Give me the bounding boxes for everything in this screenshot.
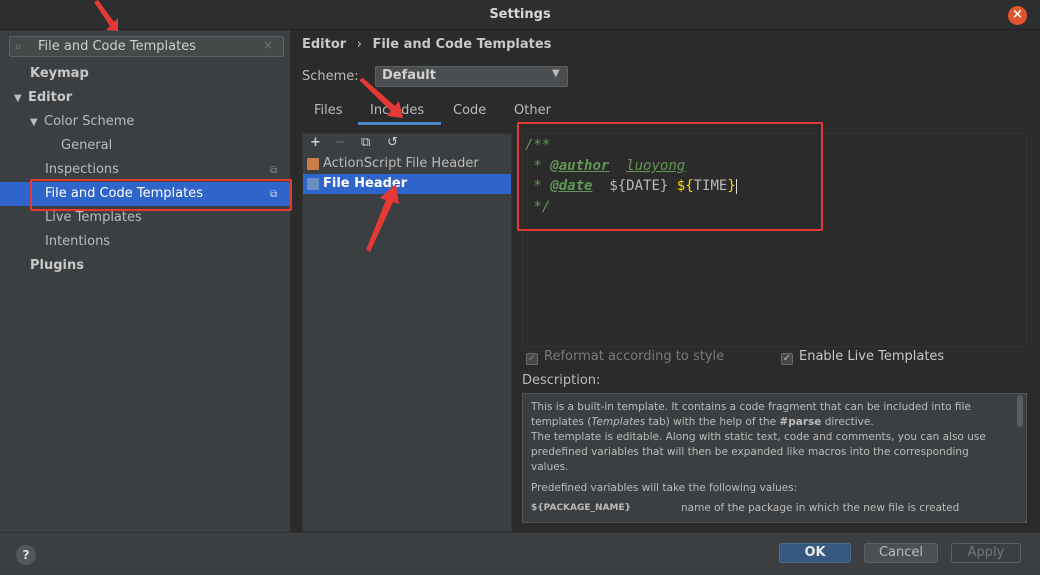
description-label: Description: [522, 373, 601, 388]
selected-tab-indicator [358, 122, 441, 125]
description-box: This is a built-in template. It contains… [522, 393, 1027, 523]
breadcrumb-parent[interactable]: Editor [302, 37, 346, 52]
help-button[interactable]: ? [16, 545, 36, 565]
tree-item-label: Color Scheme [44, 114, 135, 129]
checkbox-icon: ✓ [781, 353, 793, 365]
tab-other[interactable]: Other [514, 103, 551, 118]
description-paragraph: The template is editable. Along with sta… [531, 431, 986, 473]
cancel-button[interactable]: Cancel [864, 543, 938, 563]
reformat-checkbox[interactable]: ✓ Reformat according to style [526, 349, 724, 365]
expand-arrow-icon[interactable]: ▼ [30, 111, 44, 135]
enable-live-templates-checkbox[interactable]: ✓ Enable Live Templates [781, 349, 944, 365]
project-scope-icon: ⧉ [270, 165, 278, 176]
scrollbar-thumb[interactable] [1017, 395, 1023, 427]
checkbox-label: Reformat according to style [544, 349, 725, 364]
tree-item-general[interactable]: General [61, 134, 112, 158]
tree-item-keymap[interactable]: Keymap [30, 62, 89, 86]
window-title: Settings [489, 7, 551, 22]
apply-button[interactable]: Apply [951, 543, 1021, 563]
annotation-arrow [94, 0, 118, 31]
dialog-footer: ? OK Cancel Apply [0, 532, 1040, 575]
tree-item-label: Editor [28, 90, 73, 105]
copy-icon[interactable]: ⧉ [361, 135, 370, 150]
scheme-label: Scheme: [302, 69, 359, 84]
variable-name: ${PACKAGE_NAME} [531, 503, 631, 513]
search-icon: ⌕ [15, 39, 22, 53]
checkbox-label: Enable Live Templates [799, 349, 945, 364]
template-list-item[interactable]: File Header [303, 174, 511, 194]
breadcrumb: Editor › File and Code Templates [302, 37, 551, 52]
breadcrumb-separator: › [356, 37, 362, 52]
chevron-down-icon: ▼ [552, 68, 560, 79]
checkbox-icon: ✓ [526, 353, 538, 365]
template-label: ActionScript File Header [323, 156, 479, 171]
reset-icon[interactable]: ↺ [387, 135, 398, 150]
tree-item-color-scheme[interactable]: ▼ Color Scheme [30, 110, 134, 134]
file-header-icon [307, 178, 319, 190]
ok-button[interactable]: OK [779, 543, 851, 563]
search-input[interactable]: File and Code Templates [38, 39, 258, 54]
search-field[interactable]: ⌕ File and Code Templates × [9, 36, 284, 57]
annotation-arrow [366, 184, 399, 252]
annotation-box-editor [517, 122, 823, 231]
add-icon[interactable]: + [310, 135, 321, 150]
clear-search-icon[interactable]: × [263, 38, 273, 52]
tree-item-plugins[interactable]: Plugins [30, 254, 84, 278]
tree-item-editor[interactable]: ▼ Editor [14, 86, 72, 110]
close-button[interactable]: × [1008, 6, 1027, 25]
annotation-box-tree [30, 179, 292, 211]
breadcrumb-current: File and Code Templates [372, 37, 552, 52]
description-paragraph: This is a built-in template. It contains… [531, 401, 971, 428]
actionscript-file-icon [307, 158, 319, 170]
template-list-item[interactable]: ActionScript File Header [303, 154, 511, 174]
expand-arrow-icon[interactable]: ▼ [14, 87, 28, 111]
list-toolbar: + − ⧉ ↺ [302, 133, 512, 155]
tab-code[interactable]: Code [453, 103, 486, 118]
tab-files[interactable]: Files [314, 103, 343, 118]
description-paragraph: Predefined variables will take the follo… [531, 482, 798, 494]
variable-description: name of the package in which the new fil… [681, 502, 960, 514]
tree-item-intentions[interactable]: Intentions [45, 230, 110, 254]
annotation-arrow [359, 78, 403, 118]
remove-icon[interactable]: − [335, 135, 346, 150]
